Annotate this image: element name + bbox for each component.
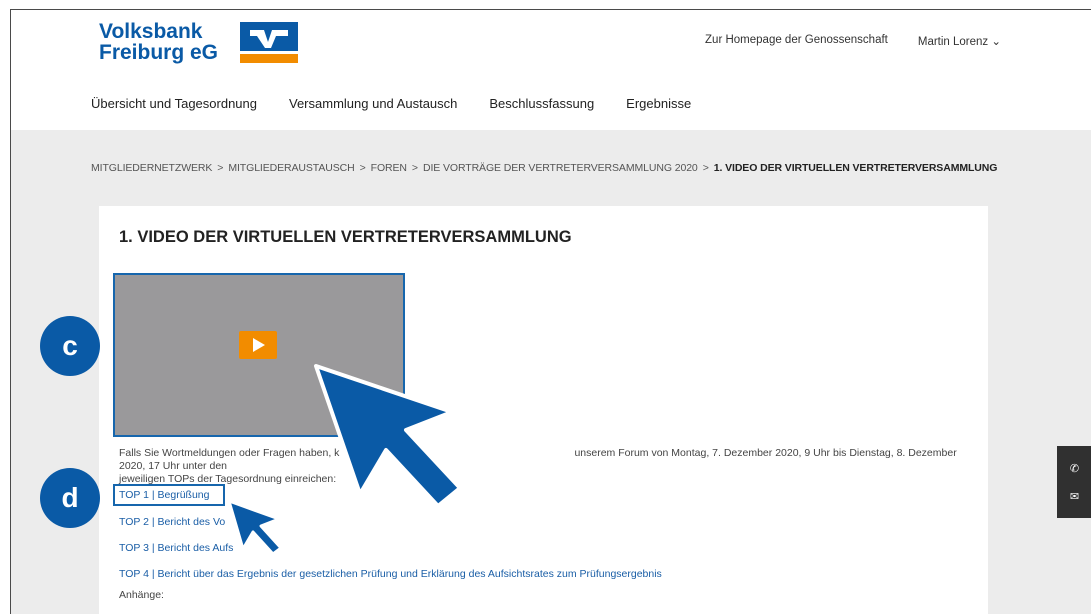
mail-icon[interactable]: ✉ [1070,490,1079,503]
breadcrumb-separator: > [359,162,366,174]
nav-item-ergebnisse[interactable]: Ergebnisse [626,96,691,111]
user-menu[interactable]: Martin Lorenz ⌄ [918,34,1001,48]
breadcrumb-item[interactable]: DIE VORTRÄGE DER VERTRETERVERSAMMLUNG 20… [423,162,698,174]
breadcrumb-item[interactable]: FOREN [371,162,407,174]
browser-frame: Volksbank Freiburg eG Zur Homepage der G… [10,9,1091,614]
site-header: Volksbank Freiburg eG Zur Homepage der G… [11,10,1091,130]
nav-item-uebersicht[interactable]: Übersicht und Tagesordnung [91,96,257,111]
breadcrumb-current: 1. VIDEO DER VIRTUELLEN VERTRETERVERSAMM… [713,162,998,174]
logo-text: Volksbank Freiburg eG [99,21,218,63]
attachments-label: Anhänge: [119,589,164,601]
annotation-badge-c: c [40,316,100,376]
brand-logo[interactable]: Volksbank Freiburg eG [99,21,299,63]
intro-part-1: Falls Sie Wortmeldungen oder Fragen habe… [119,447,340,459]
intro-text: Falls Sie Wortmeldungen oder Fragen habe… [119,447,959,486]
contact-sidebar: ✆ ✉ [1057,446,1091,518]
top-1-highlight [113,484,225,506]
volksbank-mark-icon [240,21,299,63]
breadcrumb-item[interactable]: MITGLIEDERAUSTAUSCH [228,162,354,174]
main-nav: Übersicht und Tagesordnung Versammlung u… [91,96,691,111]
breadcrumb-separator: > [217,162,224,174]
logo-line-2: Freiburg eG [99,41,219,64]
top-2-link[interactable]: TOP 2 | Bericht des Vo [119,516,225,528]
top-3-link[interactable]: TOP 3 | Bericht des Aufs [119,542,233,554]
header-links: Zur Homepage der Genossenschaft Martin L… [705,34,1001,48]
play-icon[interactable] [239,331,277,359]
breadcrumb-separator: > [702,162,709,174]
logo-line-1: Volksbank [99,20,203,43]
content-card: 1. VIDEO DER VIRTUELLEN VERTRETERVERSAMM… [99,206,988,614]
video-player[interactable] [113,273,405,437]
page-title: 1. VIDEO DER VIRTUELLEN VERTRETERVERSAMM… [119,228,572,246]
top-4-link[interactable]: TOP 4 | Bericht über das Ergebnis der ge… [119,568,662,580]
annotation-badge-d: d [40,468,100,528]
breadcrumb-item[interactable]: MITGLIEDERNETZWERK [91,162,212,174]
breadcrumb: MITGLIEDERNETZWERK > MITGLIEDERAUSTAUSCH > F… [91,162,997,174]
phone-icon[interactable]: ✆ [1070,462,1079,475]
homepage-link[interactable]: Zur Homepage der Genossenschaft [705,34,888,48]
nav-item-beschlussfassung[interactable]: Beschlussfassung [489,96,594,111]
breadcrumb-separator: > [411,162,418,174]
nav-item-versammlung[interactable]: Versammlung und Austausch [289,96,457,111]
